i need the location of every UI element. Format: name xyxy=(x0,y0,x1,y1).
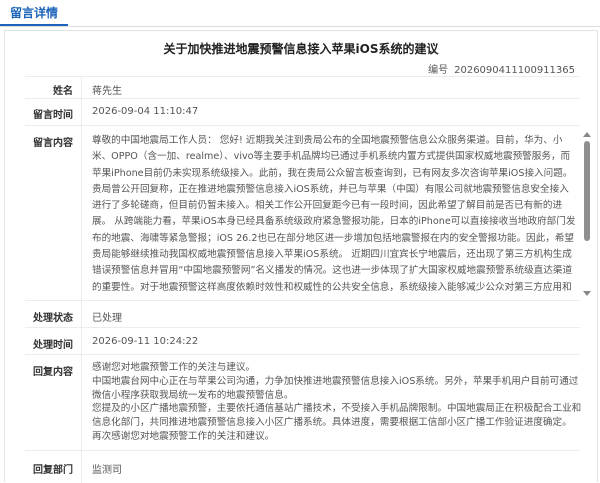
name-value: 蒋先生 xyxy=(92,86,122,97)
message-time-value: 2026-09-04 11:10:47 xyxy=(92,106,199,117)
page-title: 关于加快推进地震预警信息接入苹果iOS系统的建议 xyxy=(163,42,439,56)
serial-number: 编号 2026090411100911365 xyxy=(422,61,575,76)
reply-content-text: 感谢您对地震预警工作的关注与建议。 中国地震台网中心正在与苹果公司沟通，力争加快… xyxy=(92,361,587,444)
serial-value: 2026090411100911365 xyxy=(454,65,575,76)
name-label: 姓名 xyxy=(53,86,73,97)
row-divider xyxy=(81,451,82,483)
row-divider xyxy=(81,77,82,98)
row-message-content: 留言内容 尊敬的中国地震局工作人员： 您好! 近期我关注到贵局公布的全国地震预警… xyxy=(25,125,591,300)
row-reply-content: 回复内容 感谢您对地震预警工作的关注与建议。 中国地震台网中心正在与苹果公司沟通… xyxy=(25,354,581,450)
row-message-time: 留言时间 2026-09-04 11:10:47 xyxy=(25,98,580,125)
reply-content-label: 回复内容 xyxy=(33,367,73,378)
row-handle-time: 处理时间 2026-09-11 10:24:22 xyxy=(25,327,580,354)
row-divider xyxy=(81,328,82,354)
status-label: 处理状态 xyxy=(33,313,73,324)
row-name: 姓名 蒋先生 xyxy=(25,76,580,98)
tab-message-detail[interactable]: 留言详情 xyxy=(0,0,69,26)
scroll-thumb[interactable] xyxy=(584,141,590,241)
row-divider xyxy=(81,99,82,125)
content-scrollbar[interactable] xyxy=(583,132,591,296)
handle-time-value: 2026-09-11 10:24:22 xyxy=(92,336,199,347)
row-divider xyxy=(81,301,82,327)
message-content-text[interactable]: 尊敬的中国地震局工作人员： 您好! 近期我关注到贵局公布的全国地震预警信息公众服… xyxy=(92,133,578,295)
scroll-down-arrow-icon[interactable] xyxy=(583,291,591,296)
reply-dept-value: 监测司 xyxy=(92,465,122,476)
tab-bar: 留言详情 xyxy=(0,0,600,27)
message-time-label: 留言时间 xyxy=(33,110,73,121)
row-status: 处理状态 已处理 xyxy=(25,300,580,327)
status-value: 已处理 xyxy=(92,313,122,324)
row-reply-dept: 回复部门 监测司 xyxy=(25,450,580,483)
detail-panel: 关于加快推进地震预警信息接入苹果iOS系统的建议 编号 2026090411100… xyxy=(4,30,598,483)
reply-line: 再次感谢您对地震预警工作的关注和建议。 xyxy=(92,430,275,442)
message-content-label: 留言内容 xyxy=(33,138,73,149)
reply-line: 您提及的小区广播地震预警，主要依托通信基站广播技术，不受接入手机品牌限制。中国地… xyxy=(92,403,582,429)
scroll-up-arrow-icon[interactable] xyxy=(583,132,591,137)
row-divider xyxy=(81,126,82,300)
serial-label: 编号 xyxy=(428,65,449,76)
reply-line: 中国地震台网中心正在与苹果公司沟通，力争加快推进地震预警信息接入iOS系统。另外… xyxy=(92,375,579,401)
handle-time-label: 处理时间 xyxy=(33,340,73,351)
reply-line: 感谢您对地震预警工作的关注与建议。 xyxy=(92,362,256,373)
reply-dept-label: 回复部门 xyxy=(33,465,73,476)
row-divider xyxy=(81,355,82,450)
